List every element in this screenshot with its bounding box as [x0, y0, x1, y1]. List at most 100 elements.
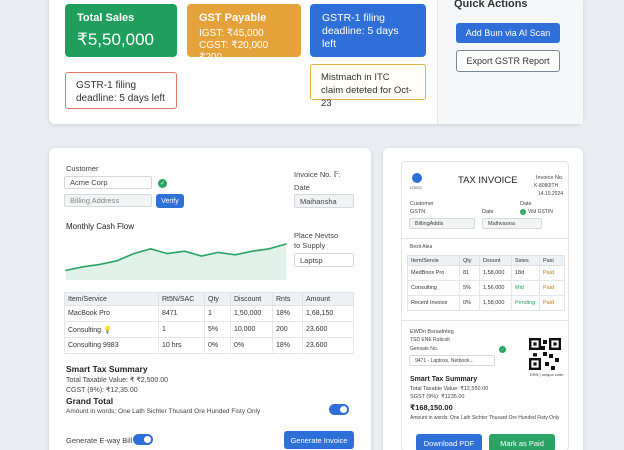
table-row[interactable]: Recent Invoice 0% 1,58,000 Pending Paid [407, 295, 565, 311]
cell: 18% [272, 337, 303, 354]
add-bill-ai-scan-button[interactable]: Add Buın via AI Scan [456, 23, 560, 43]
cell: 1,58,000 [479, 295, 512, 311]
cashflow-title: Monthly Cash Flow [66, 222, 135, 231]
cashflow-point [82, 266, 84, 268]
col-item: Item/Servie [407, 255, 460, 266]
cashflow-chart [65, 243, 287, 280]
gst-payable-title: GST Payable [199, 12, 267, 24]
col-qty: Qty [459, 255, 480, 266]
invoice-preview-card: LOGO TAX INVOICE Invoice No. K-8080ITH 1… [383, 148, 583, 450]
gstin-label: GSTN [410, 209, 426, 215]
valid-gstin-label: Vild GSTIN [528, 209, 553, 215]
cashflow-point [115, 260, 118, 262]
gst-payable-tile[interactable]: GST Payable IGST: ₹45,000 CGST: ₹20,000 … [187, 4, 301, 63]
verify-button[interactable]: Verify [156, 194, 184, 208]
itc-alert-line2: claim deteted for Oct-23 [321, 85, 412, 109]
cell: 8471 [158, 305, 205, 322]
invoice-no-label: Invoice No. [536, 175, 564, 181]
tax-summary-title: Smart Tax Summary [66, 364, 148, 374]
status-badge: Paid [539, 295, 565, 311]
ewb-check-icon: ✓ [499, 346, 506, 353]
cell: 81 [459, 265, 480, 281]
generate-no-label: Gensate No. [410, 346, 439, 352]
cell: 1,56,000 [479, 280, 512, 296]
cell: 23.600 [302, 337, 354, 354]
total-sales-value: ₹5,50,000 [77, 30, 154, 49]
cell: 10,000 [230, 321, 273, 338]
gstr-deadline-tile[interactable]: GSTR-1 filing deadline: 5 days left [310, 4, 426, 57]
cell: 5% [459, 280, 480, 296]
place-supply-input[interactable]: Laptsp [294, 253, 354, 267]
customer-label: Customer [410, 201, 434, 207]
cell: 10 hrs [158, 337, 205, 354]
col-discount: Dsount [479, 255, 512, 266]
generate-invoice-button[interactable]: Generate Invoice [284, 431, 354, 449]
cell: 5% [204, 321, 231, 338]
cell: Mid [511, 280, 540, 296]
table-row[interactable]: MacBook Pro 8471 1 1,50,000 18% 1,68,150 [64, 305, 354, 322]
col-rate: Rnts [272, 292, 303, 306]
total-sales-tile[interactable]: Total Sales ₹5,50,000 [65, 4, 177, 57]
table-row[interactable]: MedBnox Pro 81 1,58,000 18d Paid [407, 265, 565, 281]
deadline-alert[interactable]: GSTR-1 filing deadline: 5 days left [65, 72, 177, 109]
itc-mismatch-alert[interactable]: Mistmach in ITC claim deteted for Oct-23 [310, 64, 426, 109]
col-hsn: Rt5N/SAC [158, 292, 205, 306]
cashflow-point [251, 250, 253, 252]
col-amount: Amount [302, 292, 354, 306]
cell: Recent Invoice [407, 295, 460, 311]
cell: MedBnox Pro [407, 265, 460, 281]
cashflow-point [217, 251, 220, 254]
cell: 1,50,000 [230, 305, 273, 322]
mark-as-paid-button[interactable]: Mark as Paid [489, 434, 555, 450]
deadline-alert-line1: GSTR-1 filing [76, 80, 137, 91]
export-gstr-report-button[interactable]: Export GSTR Report [456, 50, 560, 72]
table-row[interactable]: Consulting 5% 1,56,000 Mid Paid [407, 280, 565, 296]
cell: 1 [158, 321, 205, 338]
gstr-tile-line1: GSTR-1 filing [322, 12, 386, 24]
place-supply-label-2: to Supply [294, 241, 326, 250]
table-row[interactable]: Consulting 💡 1 5% 10,000 200 23.600 [64, 321, 354, 338]
col-item: Item/Service [64, 292, 159, 306]
total-taxable-value: Total Taxable Value: ₹12,550.00 [410, 386, 489, 392]
cell: 0% [230, 337, 273, 354]
customer-label: Customer [66, 164, 99, 173]
valid-gstin-check-icon: ✓ [520, 209, 526, 215]
col-status: Sstes [511, 255, 540, 266]
cashflow-point [149, 248, 152, 250]
sgst-value: SGST (9%): ₹1235.00 [410, 394, 465, 400]
status-badge: Paid [539, 280, 565, 296]
tax-summary-title: Smart Tax Summary [410, 376, 478, 383]
line-items-table: Item/Service Rt5N/SAC Qty Discount Rnts … [64, 292, 354, 354]
date-label: Date [294, 183, 310, 192]
cell-text: Consulting [68, 326, 102, 334]
invoice-form-card: Customer Acme Corp ✓ Billing Address Ver… [49, 148, 371, 450]
section-label: Bexit Alea [410, 244, 433, 250]
download-pdf-button[interactable]: Download PDF [416, 434, 482, 450]
igst-value: IGST: ₹45,000 [199, 28, 264, 39]
customer-input[interactable]: Acme Corp [64, 176, 152, 189]
cashflow-point [183, 250, 186, 252]
company-logo-icon [412, 173, 422, 183]
billing-address-input[interactable]: Billing Address [64, 194, 152, 207]
cell: 1,68,150 [302, 305, 354, 322]
eway-bill-toggle[interactable] [133, 434, 153, 445]
date-input[interactable]: Maihansha [294, 194, 354, 208]
summary-card: Total Sales ₹5,50,000 GST Payable IGST: … [49, 0, 583, 124]
cell: 23.600 [302, 321, 354, 338]
amount-words-toggle[interactable] [329, 404, 349, 415]
bulb-icon: 💡 [103, 326, 112, 334]
status-badge: Paid [539, 265, 565, 281]
ewb-number-field[interactable]: 9471 - Laptoss, Netbook... [409, 355, 495, 366]
cgst-value: CGST: ₹20,000 ₹200 [199, 40, 269, 63]
place-field[interactable]: Malhvaona [482, 218, 542, 229]
date-label: Date [482, 209, 494, 215]
cashflow-point [200, 255, 203, 257]
company-logo-text: LOGO [410, 185, 422, 190]
table-row[interactable]: Consulting 9983 10 hrs 0% 0% 18% 23.600 [64, 337, 354, 354]
invoice-items-table: Item/Servie Qty Dsount Sstes Pasi MedBno… [407, 255, 565, 311]
billing-address-field[interactable]: BillingAddis [409, 218, 475, 229]
total-taxable-value: Total Taxable Value: ₹ ₹2,500.00 [66, 377, 169, 384]
ewb-sub-label: TSD ENE Ruticolt [410, 337, 450, 343]
cell: Consulting [407, 280, 460, 296]
cashflow-area [66, 244, 286, 280]
